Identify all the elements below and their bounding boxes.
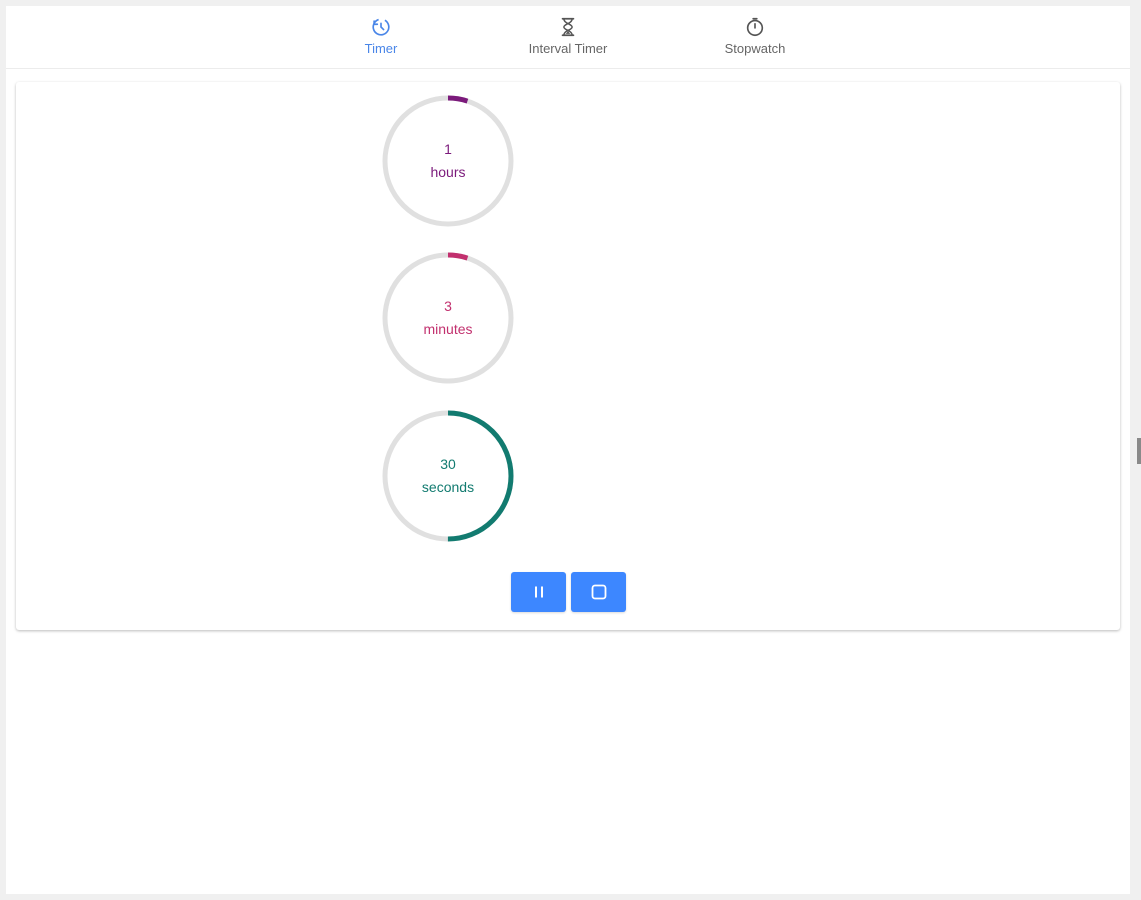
pause-button[interactable]	[511, 572, 566, 612]
hours-ring-text: 1 hours	[381, 94, 515, 228]
timer-card: 1 hours 3 minutes 30 seconds	[16, 82, 1120, 630]
tab-stopwatch-label: Stopwatch	[724, 41, 786, 56]
minutes-ring-text: 3 minutes	[381, 251, 515, 385]
app-window: Timer Interval Timer Stopwatch 1 hours 3…	[6, 6, 1130, 894]
timer-icon	[372, 18, 390, 36]
seconds-value: 30	[440, 456, 456, 472]
tab-interval-timer[interactable]: Interval Timer	[508, 16, 628, 62]
hours-ring: 1 hours	[381, 94, 515, 228]
minutes-unit: minutes	[423, 321, 473, 337]
hourglass-icon	[561, 17, 575, 37]
scrollbar-handle[interactable]	[1137, 438, 1141, 464]
seconds-ring: 30 seconds	[381, 409, 515, 543]
seconds-ring-text: 30 seconds	[381, 409, 515, 543]
tab-timer-label: Timer	[364, 41, 398, 56]
seconds-unit: seconds	[421, 479, 475, 495]
tab-interval-timer-label: Interval Timer	[528, 41, 608, 56]
stop-button[interactable]	[571, 572, 626, 612]
tab-bar: Timer Interval Timer Stopwatch	[6, 6, 1130, 69]
pause-icon	[534, 586, 543, 598]
minutes-ring: 3 minutes	[381, 251, 515, 385]
hours-value: 1	[444, 141, 452, 157]
minutes-value: 3	[444, 298, 452, 314]
hours-unit: hours	[430, 164, 466, 180]
stop-icon	[591, 584, 606, 600]
stopwatch-icon	[746, 17, 764, 37]
tab-timer[interactable]: Timer	[321, 16, 441, 62]
tab-stopwatch[interactable]: Stopwatch	[695, 16, 815, 62]
